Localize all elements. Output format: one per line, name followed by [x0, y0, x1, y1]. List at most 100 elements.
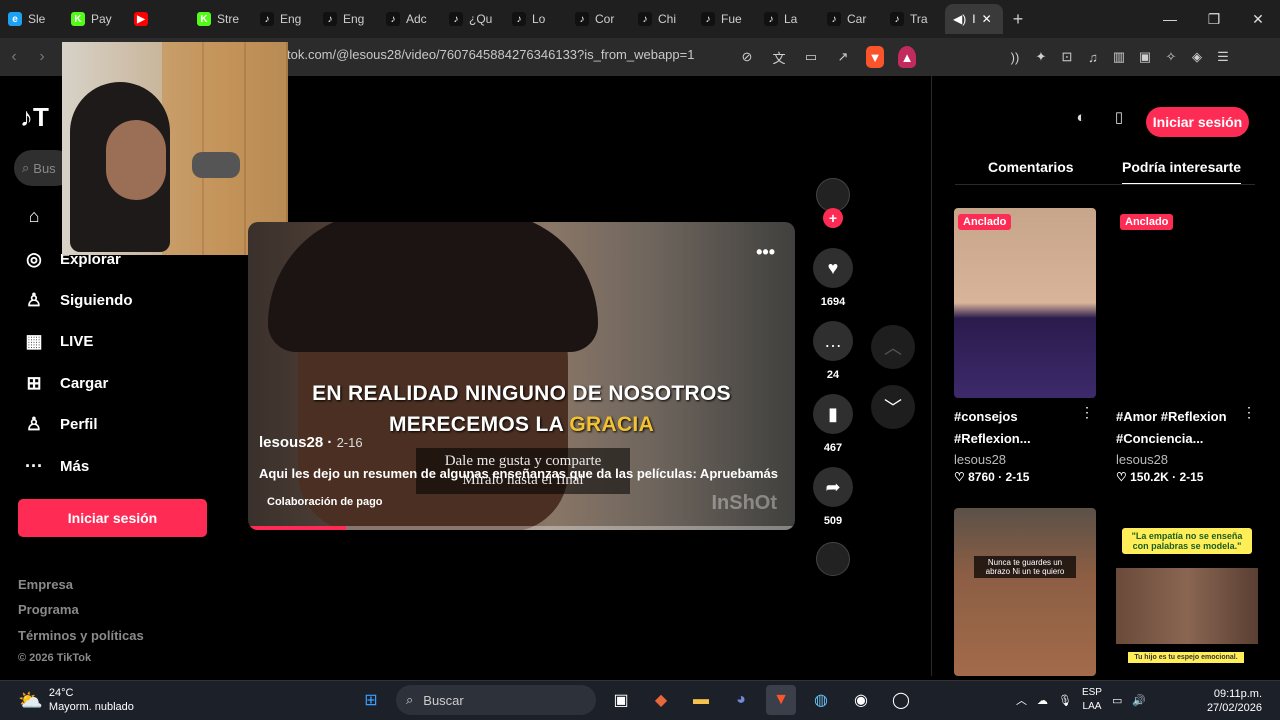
- follow-plus-icon[interactable]: +: [823, 208, 843, 228]
- close-tab-icon[interactable]: ✕: [982, 12, 992, 26]
- music-icon[interactable]: ♫: [1084, 46, 1102, 68]
- browser-tab[interactable]: ♪ Chi: [630, 4, 693, 34]
- tab-related[interactable]: Podría interesarte: [1122, 159, 1242, 185]
- nav-following[interactable]: ♙ Siguiendo: [22, 288, 133, 312]
- video-options-icon[interactable]: •••: [756, 242, 775, 263]
- login-button[interactable]: Iniciar sesión: [18, 499, 207, 537]
- video-thumbnail[interactable]: Anclado: [954, 208, 1096, 398]
- nav-profile[interactable]: ♙ Perfil: [22, 412, 98, 436]
- brave-shields-icon[interactable]: ▼: [866, 46, 884, 68]
- browser-tab[interactable]: e Sle: [0, 4, 63, 34]
- new-tab-icon[interactable]: +: [1003, 9, 1033, 30]
- footer-link-company[interactable]: Empresa: [18, 577, 73, 592]
- card-options-icon[interactable]: ⋮: [1242, 404, 1256, 421]
- audio-icon[interactable]: )): [1006, 46, 1024, 68]
- nav-upload[interactable]: ⊞ Cargar: [22, 371, 108, 395]
- nav-more[interactable]: ··· Más: [22, 454, 89, 478]
- video-player[interactable]: ••• EN REALIDAD NINGUNO DE NOSOTROS MERE…: [248, 222, 795, 530]
- browser-tab[interactable]: ♪ La: [756, 4, 819, 34]
- tiktok-logo[interactable]: ♪T: [20, 102, 49, 133]
- translate-icon[interactable]: 文: [770, 46, 788, 68]
- mobile-icon[interactable]: ▯: [1108, 108, 1130, 126]
- bookmark-icon[interactable]: ▮: [813, 394, 853, 434]
- wallet-icon[interactable]: ▣: [1136, 46, 1154, 68]
- screenshot-icon[interactable]: ⊡: [1058, 46, 1076, 68]
- share-action[interactable]: ➦ 509: [810, 467, 856, 527]
- browser-tab[interactable]: K Stre: [189, 4, 252, 34]
- weather-widget[interactable]: ⛅ 24°C Mayorm. nublado: [18, 686, 134, 714]
- sidebar-toggle-icon[interactable]: ▥: [1110, 46, 1128, 68]
- browser-tab[interactable]: ♪ Car: [819, 4, 882, 34]
- forward-icon[interactable]: ›: [28, 48, 56, 66]
- url-text[interactable]: tok.com/@lesous28/video/7607645884276346…: [287, 47, 694, 62]
- comment-action[interactable]: … 24: [810, 321, 856, 381]
- volume-icon[interactable]: 🔊: [1132, 694, 1146, 707]
- card-options-icon[interactable]: ⋮: [1080, 404, 1094, 421]
- author-avatar[interactable]: +: [810, 178, 856, 228]
- obs-icon[interactable]: ◉: [846, 685, 876, 715]
- taskbar-search[interactable]: ⌕ Buscar: [396, 685, 596, 715]
- vpn-icon[interactable]: ◈: [1188, 46, 1206, 68]
- video-thumbnail[interactable]: Nunca te guardes un abrazo Ni un te quie…: [954, 508, 1096, 676]
- browser-tab[interactable]: ♪ Lo: [504, 4, 567, 34]
- browser-tab[interactable]: ♪ Eng: [315, 4, 378, 34]
- clock[interactable]: 09:11p.m. 27/02/2026: [1207, 687, 1262, 715]
- video-progress-bar[interactable]: [248, 526, 795, 530]
- browser-tab[interactable]: ♪ Adc: [378, 4, 441, 34]
- browser-tab[interactable]: ♪ Eng: [252, 4, 315, 34]
- footer-link-terms[interactable]: Términos y políticas: [18, 628, 144, 643]
- video-thumbnail[interactable]: "La empatía no se enseña con palabras se…: [1116, 508, 1258, 676]
- heart-icon[interactable]: ♥: [813, 248, 853, 288]
- share-icon[interactable]: ↗: [834, 46, 852, 68]
- sound-avatar[interactable]: [810, 542, 856, 576]
- cast-icon[interactable]: ▭: [802, 46, 820, 68]
- no-sound-icon[interactable]: ⊘: [738, 46, 756, 68]
- minimize-icon[interactable]: —: [1148, 0, 1192, 38]
- language-indicator[interactable]: ESP LAA: [1082, 686, 1102, 714]
- browser-tab[interactable]: ♪ Fue: [693, 4, 756, 34]
- like-action[interactable]: ♥ 1694: [810, 248, 856, 308]
- file-explorer-icon[interactable]: ▬: [686, 685, 716, 715]
- related-video-card[interactable]: Nunca te guardes un abrazo Ni un te quie…: [954, 508, 1096, 676]
- coin-icon[interactable]: ◐: [1070, 109, 1092, 126]
- previous-video-button[interactable]: ︿: [871, 325, 915, 369]
- browser-tab-active[interactable]: ◀) I ✕: [945, 4, 1003, 34]
- description-more-link[interactable]: más: [752, 466, 778, 481]
- save-action[interactable]: ▮ 467: [810, 394, 856, 454]
- next-video-button[interactable]: ﹀: [871, 385, 915, 429]
- avatar[interactable]: [816, 178, 850, 212]
- task-view-icon[interactable]: ▣: [606, 685, 636, 715]
- browser-tab[interactable]: ♪ Cor: [567, 4, 630, 34]
- app-icon[interactable]: ◯: [886, 685, 916, 715]
- brave-icon[interactable]: ▼: [766, 685, 796, 715]
- office-icon[interactable]: ◆: [646, 685, 676, 715]
- extensions-icon[interactable]: ✦: [1032, 46, 1050, 68]
- menu-icon[interactable]: ☰: [1214, 46, 1232, 68]
- browser-tab[interactable]: K Pay: [63, 4, 126, 34]
- related-video-card[interactable]: Anclado #consejos #Reflexion... lesous28…: [954, 208, 1096, 484]
- close-window-icon[interactable]: ✕: [1236, 0, 1280, 38]
- brave-rewards-icon[interactable]: ▲: [898, 46, 916, 68]
- back-icon[interactable]: ‹: [0, 48, 28, 66]
- right-login-button[interactable]: Iniciar sesión: [1146, 107, 1249, 137]
- maximize-icon[interactable]: ❐: [1192, 0, 1236, 38]
- leo-icon[interactable]: ✧: [1162, 46, 1180, 68]
- browser-tab[interactable]: ♪ Tra: [882, 4, 945, 34]
- related-video-card[interactable]: "La empatía no se enseña con palabras se…: [1116, 508, 1258, 676]
- microphone-icon[interactable]: 🎙: [1058, 694, 1072, 707]
- browser-tab[interactable]: ▶: [126, 4, 189, 34]
- start-icon[interactable]: ⊞: [356, 685, 386, 715]
- footer-link-program[interactable]: Programa: [18, 602, 79, 617]
- share-arrow-icon[interactable]: ➦: [813, 467, 853, 507]
- comment-icon[interactable]: …: [813, 321, 853, 361]
- nav-live[interactable]: ▦ LIVE: [22, 329, 93, 353]
- onedrive-icon[interactable]: ☁: [1037, 694, 1048, 707]
- video-author[interactable]: lesous28 · 2-16: [259, 434, 363, 451]
- tab-comments[interactable]: Comentarios: [988, 159, 1074, 175]
- related-video-card[interactable]: Anclado #Amor #Reflexion #Conciencia... …: [1116, 208, 1258, 484]
- music-disc-icon[interactable]: [816, 542, 850, 576]
- steam-icon[interactable]: ◍: [806, 685, 836, 715]
- discord-icon[interactable]: ◕: [726, 685, 756, 715]
- video-thumbnail[interactable]: Anclado: [1116, 208, 1258, 398]
- nav-home[interactable]: ⌂: [22, 204, 46, 228]
